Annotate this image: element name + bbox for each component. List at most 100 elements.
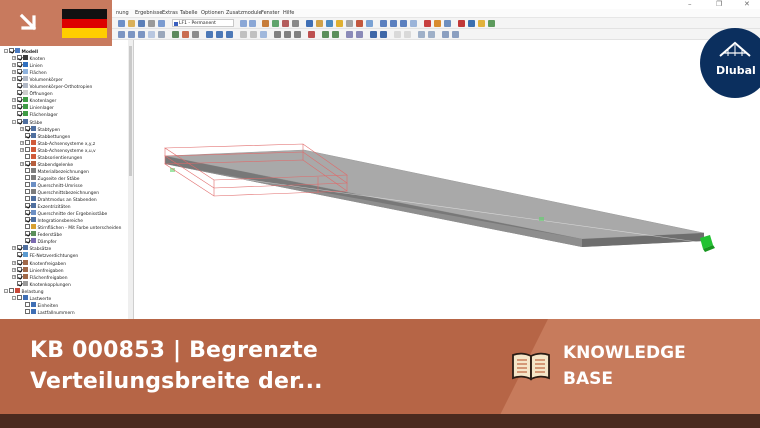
grid-icon[interactable] — [240, 31, 247, 38]
navigator-item[interactable]: + Stab-Achsensysteme x,y,z — [20, 139, 95, 147]
navigator-scroll-thumb[interactable] — [129, 46, 132, 176]
zoom-icon[interactable] — [346, 20, 353, 27]
visibility-checkbox[interactable] — [17, 273, 22, 279]
print-icon[interactable] — [148, 20, 155, 27]
isometric-icon[interactable] — [410, 20, 417, 27]
visibility-checkbox[interactable] — [25, 167, 30, 173]
clipping-plane-icon[interactable] — [428, 31, 435, 38]
table-icon[interactable] — [424, 20, 431, 27]
visibility-checkbox[interactable] — [25, 238, 30, 244]
visibility-checkbox[interactable] — [25, 210, 30, 216]
visibility-checkbox[interactable] — [17, 104, 22, 110]
visibility-checkbox[interactable] — [25, 125, 30, 131]
visibility-checkbox[interactable] — [17, 266, 22, 272]
navigator-item[interactable]: Lastfallnummern — [20, 308, 75, 316]
tree-expander[interactable]: + — [20, 161, 24, 166]
next-load-case-icon[interactable] — [249, 20, 256, 27]
tree-expander[interactable]: + — [12, 260, 16, 265]
tree-expander[interactable]: + — [20, 147, 24, 152]
navigator-item[interactable]: Federstäbe — [20, 231, 62, 238]
tree-expander[interactable]: + — [20, 140, 24, 145]
pan-icon[interactable] — [356, 20, 363, 27]
deformation-icon[interactable] — [282, 20, 289, 27]
render-icon[interactable] — [336, 20, 343, 27]
visibility-checkbox[interactable] — [25, 196, 30, 202]
navigator-item[interactable]: + Stab-Achsensysteme x,u,v — [20, 146, 96, 154]
visibility-checkbox[interactable] — [25, 139, 30, 145]
navigator-item[interactable]: + Stabsätze — [12, 245, 51, 252]
mirror-icon[interactable] — [294, 31, 301, 38]
section-tool-icon[interactable] — [192, 31, 199, 38]
model-3d-view[interactable] — [135, 40, 760, 320]
new-file-icon[interactable] — [118, 20, 125, 27]
view-y-icon[interactable] — [390, 20, 397, 27]
visibility-checkbox[interactable] — [25, 224, 30, 230]
navigator-item[interactable]: Stirnflächen - Mit Farbe unterscheiden — [20, 224, 121, 231]
tree-expander[interactable]: + — [12, 105, 16, 110]
navigator-item[interactable]: Querschnitte der Ergebnisstäbe — [20, 210, 107, 217]
calculate-icon[interactable] — [262, 20, 269, 27]
visibility-checkbox[interactable] — [25, 181, 30, 187]
copy-icon[interactable] — [274, 31, 281, 38]
module-icon[interactable] — [468, 20, 475, 27]
menu-item-optionen[interactable]: Optionen — [201, 10, 224, 16]
dimension-icon[interactable] — [346, 31, 353, 38]
rotate-icon[interactable] — [366, 20, 373, 27]
visibility-checkbox[interactable] — [17, 252, 22, 258]
navigator-item[interactable]: Exzentrizitäten — [20, 203, 71, 210]
undo-icon[interactable] — [158, 20, 165, 27]
navigator-item[interactable]: Drahtmodus an Stabenden — [20, 196, 97, 203]
visibility-checkbox[interactable] — [25, 146, 30, 152]
navigator-item[interactable]: - Modell — [4, 48, 38, 55]
save-icon[interactable] — [138, 20, 145, 27]
visibility-checkbox[interactable] — [25, 203, 30, 209]
visibility-checkbox[interactable] — [25, 132, 30, 138]
minimize-button[interactable]: – — [688, 0, 692, 8]
tree-expander[interactable]: + — [20, 126, 24, 131]
visibility-checkbox[interactable] — [25, 231, 30, 237]
visibility-checkbox[interactable] — [25, 174, 30, 180]
select-icon[interactable] — [306, 20, 313, 27]
line-tool-icon[interactable] — [128, 31, 135, 38]
node-support[interactable] — [700, 235, 715, 252]
tree-expander[interactable]: - — [12, 295, 16, 300]
section-view-icon[interactable] — [418, 31, 425, 38]
menu-item-hilfe[interactable]: Hilfe — [283, 10, 294, 16]
visibility-checkbox[interactable] — [17, 245, 22, 251]
view-z-icon[interactable] — [400, 20, 407, 27]
snap-icon[interactable] — [250, 31, 257, 38]
previous-load-case-icon[interactable] — [240, 20, 247, 27]
navigator-item[interactable]: Stabsorientierungen — [20, 153, 82, 161]
visibility-checkbox[interactable] — [17, 83, 22, 89]
navigator-item[interactable]: - Belastung — [4, 287, 44, 295]
help-icon[interactable] — [458, 20, 465, 27]
values-icon[interactable] — [292, 20, 299, 27]
navigator-item[interactable]: + Linienfreigaben — [12, 266, 64, 274]
printout-icon[interactable] — [434, 20, 441, 27]
navigator-item[interactable]: Knotenkopplungen — [12, 280, 71, 288]
menu-item-berechnung[interactable]: nung — [116, 10, 129, 16]
extras-icon[interactable] — [478, 20, 485, 27]
visibility-checkbox[interactable] — [25, 301, 30, 307]
visibility-checkbox[interactable] — [9, 287, 14, 293]
navigator-item[interactable]: + Stabtypen — [20, 125, 60, 133]
navigator-item[interactable]: + Linienlager — [12, 104, 54, 111]
move-icon[interactable] — [284, 31, 291, 38]
background-layer-icon[interactable] — [404, 31, 411, 38]
navigator-item[interactable]: Öffnungen — [12, 90, 53, 97]
visibility-checkbox[interactable] — [25, 189, 30, 194]
navigator-item[interactable]: Einheiten — [20, 301, 58, 309]
view-3d-icon[interactable] — [326, 20, 333, 27]
menu-item-tabelle[interactable]: Tabelle — [180, 10, 197, 16]
visibility-checkbox[interactable] — [17, 62, 22, 68]
visibility-checkbox[interactable] — [17, 118, 22, 124]
solid-tool-icon[interactable] — [158, 31, 165, 38]
member-joint-marker[interactable] — [539, 217, 544, 221]
visibility-checkbox[interactable] — [17, 294, 22, 300]
member-tool-icon[interactable] — [138, 31, 145, 38]
tree-expander[interactable]: - — [4, 49, 8, 53]
beam-top-face[interactable] — [164, 149, 705, 240]
navigator-item[interactable]: + Linien — [12, 62, 43, 69]
guide-line-icon[interactable] — [370, 31, 377, 38]
tree-expander[interactable]: + — [12, 56, 16, 61]
